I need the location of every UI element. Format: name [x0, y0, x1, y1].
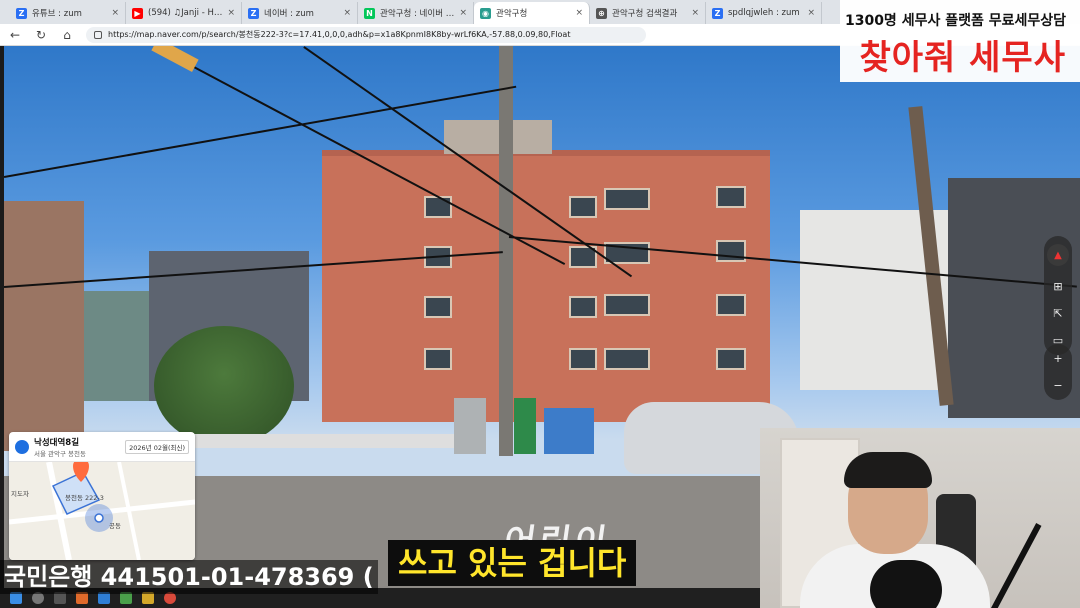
minimap-subtitle: 서울 관악구 봉천동 — [34, 449, 86, 458]
browser-tab[interactable]: Z 네이버 : zum × — [242, 2, 358, 24]
close-tab-icon[interactable]: × — [807, 8, 815, 18]
banner-tagline: 1300명 세무사 플랫폼 무료세무상담 — [844, 13, 1066, 29]
left-building — [4, 201, 84, 451]
tab-favicon-icon: ◉ — [480, 7, 491, 19]
window — [424, 196, 452, 218]
reload-icon[interactable]: ↻ — [34, 28, 48, 42]
window — [716, 240, 746, 262]
window — [716, 294, 746, 316]
url-text: https://map.naver.com/p/search/봉천동222-3?… — [108, 30, 571, 39]
screen: Z 유튜브 : zum × ▶ (594) ♫Janji - Heroes Tonigh… — [0, 0, 1080, 608]
blue-recycling-box — [544, 408, 594, 454]
home-icon[interactable]: ⌂ — [60, 28, 74, 42]
window — [424, 348, 452, 370]
compass-icon[interactable]: ▲ — [1047, 244, 1069, 266]
tab-label: 유튜브 : zum — [32, 9, 82, 19]
window — [424, 296, 452, 318]
main-brick-building — [322, 150, 770, 422]
browser-tab[interactable]: ▶ (594) ♫Janji - Heroes Tonight × — [126, 2, 242, 24]
window — [569, 196, 597, 218]
tab-favicon-icon: ⊕ — [596, 7, 607, 19]
tab-label: spdlqjwleh : zum — [728, 8, 800, 18]
minimap-panel[interactable]: 낙성대역8길 서울 관악구 봉천동 2026년 02월(최신) 봉천동 222-… — [9, 432, 195, 560]
close-tab-icon[interactable]: × — [575, 8, 583, 18]
browser-tab[interactable]: Z 유튜브 : zum × — [10, 2, 126, 24]
minimap-roads — [9, 462, 195, 560]
pine-tree — [154, 326, 294, 446]
capture-date-select[interactable]: 2026년 02월(최신) — [125, 439, 189, 454]
minimap-title: 낙성대역8길 — [34, 437, 80, 448]
window — [604, 348, 650, 370]
location-pin-icon — [15, 439, 29, 454]
grey-cabinet — [454, 398, 486, 454]
bank-account-overlay: 국민은행 441501-01-478369 ( — [0, 560, 378, 594]
microphone-arm — [984, 523, 1042, 608]
tab-label: 관악구청 : 네이버 검색 — [380, 9, 455, 19]
browser-tab[interactable]: N 관악구청 : 네이버 검색 × — [358, 2, 474, 24]
video-subtitle: 쓰고 있는 겁니다 — [388, 540, 637, 586]
left-distant-building — [84, 291, 154, 401]
minimap-address: 낙성대역8길 서울 관악구 봉천동 — [34, 436, 86, 458]
tab-favicon-icon: Z — [16, 7, 27, 19]
lock-icon — [94, 30, 102, 39]
minimap-label: 지도자 — [11, 490, 29, 498]
zoom-in-icon[interactable]: + — [1053, 352, 1062, 365]
back-icon[interactable]: ← — [8, 28, 22, 42]
window — [569, 296, 597, 318]
tab-favicon-icon: Z — [248, 7, 259, 19]
close-tab-icon[interactable]: × — [227, 8, 235, 18]
close-tab-icon[interactable]: × — [459, 8, 467, 18]
browser-tab[interactable]: Zspdlqjwleh : zum × — [706, 2, 822, 24]
window — [569, 348, 597, 370]
window — [604, 188, 650, 210]
tab-favicon-icon: N — [364, 7, 375, 19]
green-box — [514, 398, 536, 454]
window — [604, 294, 650, 316]
webcam-overlay — [760, 428, 1080, 608]
tab-label: 관악구청 — [496, 9, 528, 19]
layers-icon[interactable]: ⊞ — [1053, 280, 1062, 293]
browser-tab[interactable]: ◉ 관악구청 × — [474, 2, 590, 24]
tab-label: 관악구청 검색결과 — [612, 9, 678, 19]
minimap-label: 공동 — [109, 522, 121, 530]
url-field[interactable]: https://map.naver.com/p/search/봉천동222-3?… — [86, 26, 646, 43]
presenter-hair — [844, 452, 932, 488]
tab-favicon-icon: ▶ — [132, 7, 143, 19]
minimap-parcel-label: 봉천동 222-3 — [65, 494, 104, 502]
rooftop-structure — [444, 120, 552, 154]
close-tab-icon[interactable]: × — [343, 8, 351, 18]
browser-tab[interactable]: ⊕ 관악구청 검색결과 × — [590, 2, 706, 24]
zoom-controls: + − — [1044, 344, 1072, 400]
close-tab-icon[interactable]: × — [111, 8, 119, 18]
tab-label: (594) ♫Janji - Heroes Tonight — [148, 8, 223, 18]
minimap-header: 낙성대역8길 서울 관악구 봉천동 2026년 02월(최신) — [9, 432, 195, 462]
close-tab-icon[interactable]: × — [691, 8, 699, 18]
tab-label: 네이버 : zum — [264, 9, 314, 19]
minimap-map[interactable]: 봉천동 222-3 지도자 공동 — [9, 462, 195, 560]
guardrail — [194, 434, 454, 448]
banner-title: 찾아줘 세무사 — [859, 38, 1066, 78]
window — [716, 186, 746, 208]
map-controls: ▲ ⊞ ⇱ ▭ — [1044, 236, 1072, 355]
share-icon[interactable]: ⇱ — [1053, 307, 1062, 320]
channel-banner: 1300명 세무사 플랫폼 무료세무상담 찾아줘 세무사 — [840, 0, 1080, 82]
microphone — [870, 560, 942, 608]
tab-favicon-icon: Z — [712, 7, 723, 19]
zoom-out-icon[interactable]: − — [1053, 379, 1062, 392]
window — [716, 348, 746, 370]
traffic-light — [151, 46, 199, 72]
